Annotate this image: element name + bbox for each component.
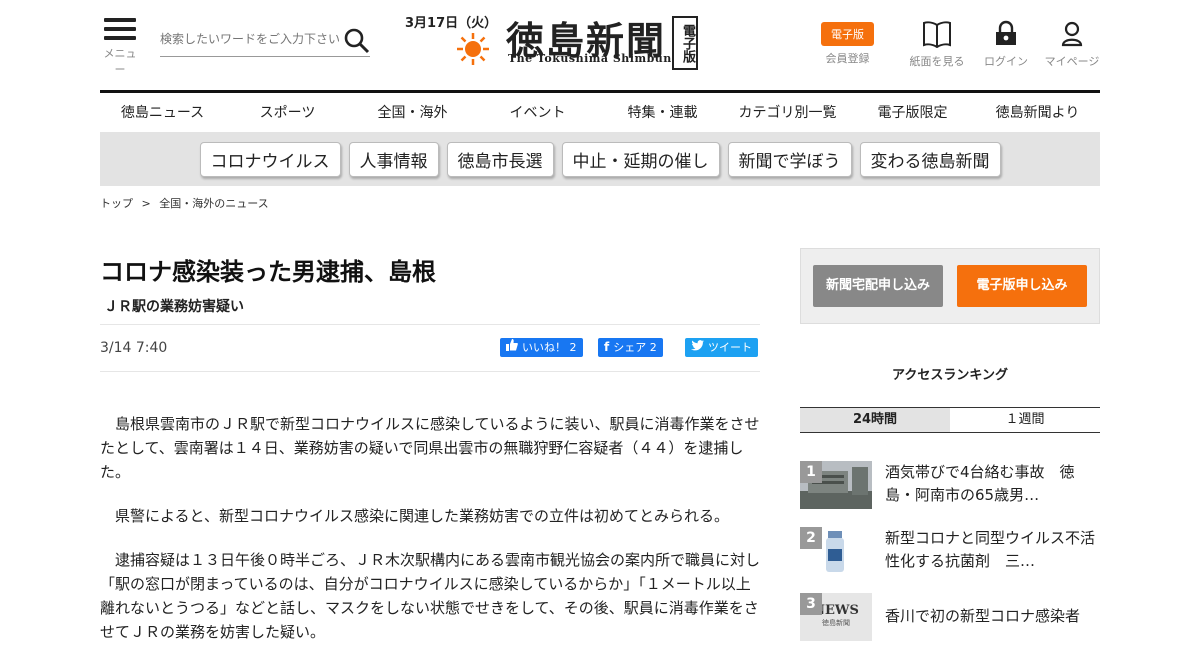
tag-personnel[interactable]: 人事情報 [348,141,439,177]
facebook-share-button[interactable]: f シェア 2 [598,338,663,357]
digital-edition-badge: 電子版 [672,16,698,70]
share-label: シェア 2 [613,341,657,354]
tag-changing-paper[interactable]: 変わる徳島新聞 [859,141,1001,177]
news-thumb-sub: 徳島新聞 [822,619,850,627]
article-body: 島根県雲南市のＪＲ駅で新型コロナウイルスに感染しているように装い、駅員に消毒作業… [100,412,760,664]
ranking-item[interactable]: 2 新型コロナと同型ウイルス不活性化する抗菌剤 三… [800,527,1100,583]
breadcrumb-current[interactable]: 全国・海外のニュース [159,197,268,210]
sun-logo-icon [456,32,490,66]
ranking-headline: 新型コロナと同型ウイルス不活性化する抗菌剤 三… [885,529,1096,570]
main-nav: 徳島ニュース スポーツ 全国・海外 イベント 特集・連載 カテゴリ別一覧 電子版… [100,90,1100,134]
login-label: ログイン [984,55,1028,68]
nav-item-events[interactable]: イベント [475,93,600,133]
ranking-headline: 香川で初の新型コロナ感染者 [885,607,1081,625]
menu-label: メニュー [103,47,137,76]
article-paragraph: 県警によると、新型コロナウイルス感染に関連した業務妨害での立件は初めてとみられる… [115,507,729,525]
nav-item-sports[interactable]: スポーツ [225,93,350,133]
nav-item-from-paper[interactable]: 徳島新聞より [975,93,1100,133]
chevron-right-icon: > [141,197,151,210]
register-button[interactable]: 電子版 会員登録 [821,22,874,66]
ranking-item[interactable]: 1 酒気帯びで4台絡む事故 徳島・阿南市の65歳男… [800,461,1100,517]
paper-view-button[interactable]: 紙面を見る [906,20,968,69]
ranking-title: アクセスランキング [892,368,1008,383]
menu-button[interactable]: メニュー [100,18,140,76]
tag-corona[interactable]: コロナウイルス [199,141,341,177]
register-label: 会員登録 [825,52,870,65]
breadcrumb: トップ > 全国・海外のニュース [100,195,269,211]
site-logo-subtitle: The Tokushima Shimbun [508,52,672,65]
paper-label: 紙面を見る [909,55,965,68]
nav-item-categories[interactable]: カテゴリ別一覧 [725,93,850,133]
rank-number: 1 [800,461,822,483]
article-paragraph: 島根県雲南市のＪＲ駅で新型コロナウイルスに感染しているように装い、駅員に消毒作業… [100,415,760,481]
article-timestamp: 3/14 7:40 [100,340,168,356]
current-date: 3月17日（火） [405,16,498,31]
facebook-icon: f [604,340,610,354]
tag-cancelled-events[interactable]: 中止・延期の催し [561,141,720,177]
nav-item-features[interactable]: 特集・連載 [600,93,725,133]
lock-icon [994,20,1018,51]
digital-pill: 電子版 [821,22,874,46]
user-icon [1060,21,1084,51]
ranking-item[interactable]: NEWS 徳島新聞 3 香川で初の新型コロナ感染者 [800,593,1100,649]
facebook-like-button[interactable]: いいね！ 2 [500,338,583,357]
article-subhead: ＪＲ駅の業務妨害疑い [104,299,244,315]
divider [100,324,760,325]
tag-mayor-election[interactable]: 徳島市長選 [446,141,554,177]
tweet-button[interactable]: ツイート [685,338,758,357]
rank-number: 2 [800,527,822,549]
digital-subscribe-button[interactable]: 電子版申し込み [957,265,1087,307]
like-label: いいね！ 2 [522,341,577,354]
search-box [160,28,370,57]
twitter-bird-icon [691,338,704,357]
book-icon [922,21,952,51]
hamburger-icon [100,18,140,40]
nav-item-national[interactable]: 全国・海外 [350,93,475,133]
tab-24h[interactable]: 24時間 [800,408,950,432]
divider [100,371,760,372]
topic-tag-bar: コロナウイルス 人事情報 徳島市長選 中止・延期の催し 新聞で学ぼう 変わる徳島… [100,132,1100,186]
thumbs-up-icon [506,338,518,357]
search-input[interactable] [160,28,340,50]
ranking-tabs: 24時間 １週間 [800,407,1100,433]
search-icon[interactable] [344,28,370,54]
mypage-button[interactable]: マイページ [1042,20,1102,69]
tweet-label: ツイート [708,341,752,354]
mypage-label: マイページ [1044,55,1100,68]
rank-number: 3 [800,593,822,615]
login-button[interactable]: ログイン [982,20,1030,69]
nav-item-digital-only[interactable]: 電子版限定 [850,93,975,133]
tab-week[interactable]: １週間 [950,408,1100,432]
tag-learn-with-paper[interactable]: 新聞で学ぼう [727,141,852,177]
subscription-box: 新聞宅配申し込み 電子版申し込み [800,248,1100,324]
delivery-subscribe-button[interactable]: 新聞宅配申し込み [813,265,943,307]
breadcrumb-top[interactable]: トップ [100,197,133,210]
nav-item-tokushima[interactable]: 徳島ニュース [100,93,225,133]
ranking-headline: 酒気帯びで4台絡む事故 徳島・阿南市の65歳男… [885,463,1075,504]
article-headline: コロナ感染装った男逮捕、島根 [100,258,436,286]
